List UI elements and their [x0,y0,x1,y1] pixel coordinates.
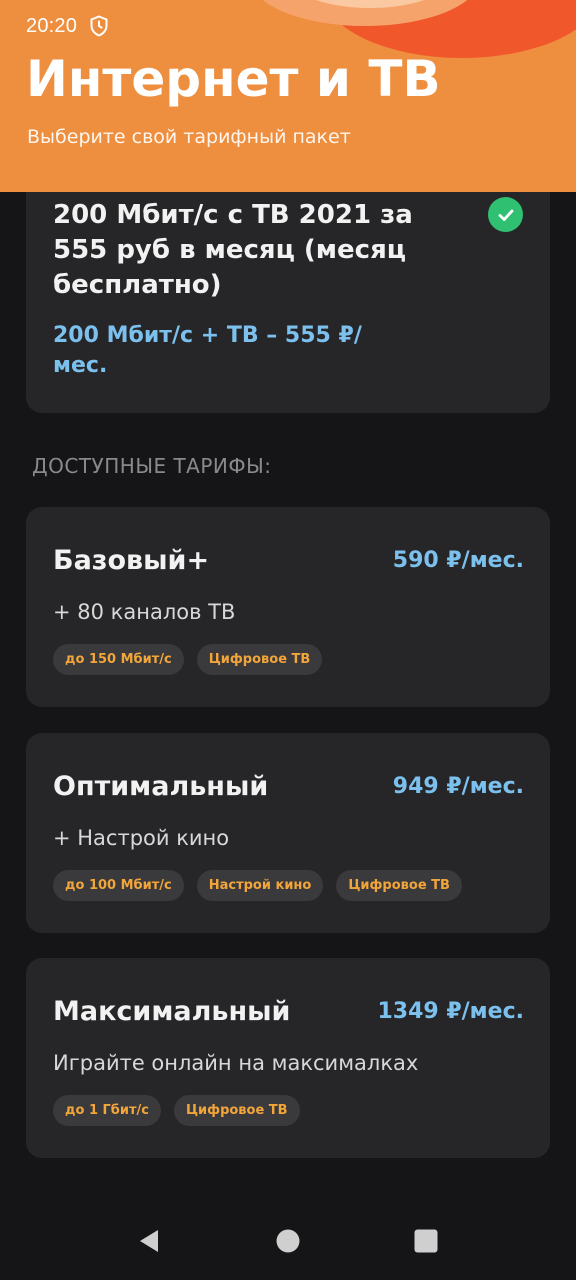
back-icon[interactable] [136,1228,162,1254]
tariff-description: Играйте онлайн на максималках [53,1051,419,1075]
tariff-name: Базовый+ [53,545,210,576]
header: 20:20 Интернет и ТВ Выберите свой тарифн… [0,0,576,192]
shield-icon [89,15,109,37]
check-circle-icon [488,197,523,232]
section-label-available-tariffs: ДОСТУПНЫЕ ТАРИФЫ: [32,454,272,478]
tariff-chips: до 100 Мбит/с Настрой кино Цифровое ТВ [53,870,462,901]
tariff-price: 1349 ₽/мес. [377,999,524,1024]
tariff-card-maximal[interactable]: Максимальный 1349 ₽/мес. Играйте онлайн … [26,958,550,1158]
tariff-card-basic[interactable]: Базовый+ 590 ₽/мес. + 80 каналов ТВ до 1… [26,507,550,707]
tariff-description: + Настрой кино [53,826,230,850]
page-subtitle: Выберите свой тарифный пакет [27,126,351,148]
tariff-chip: Цифровое ТВ [196,644,323,675]
tariff-name: Оптимальный [53,771,269,802]
recents-icon[interactable] [413,1228,439,1254]
tariff-chips: до 150 Мбит/с Цифровое ТВ [53,644,323,675]
navigation-bar [0,1200,576,1280]
tariff-description: + 80 каналов ТВ [53,600,236,624]
tariff-chip: Настрой кино [196,870,324,901]
screen: 200 Мбит/с с ТВ 2021 за 555 руб в месяц … [0,0,576,1280]
tariff-chips: до 1 Гбит/с Цифровое ТВ [53,1095,300,1126]
current-tariff-price: 200 Мбит/с + ТВ – 555 ₽/мес. [53,323,362,378]
tariff-chip: Цифровое ТВ [174,1095,300,1126]
tariff-price: 590 ₽/мес. [392,548,524,573]
page-title: Интернет и ТВ [26,50,441,108]
tariff-name: Максимальный [53,996,291,1027]
tariff-price: 949 ₽/мес. [392,774,524,799]
status-time: 20:20 [26,14,78,37]
tariff-chip: до 150 Мбит/с [53,644,184,675]
status-bar: 20:20 [26,12,109,40]
tariff-card-optimal[interactable]: Оптимальный 949 ₽/мес. + Настрой кино до… [26,733,550,933]
tariff-chip: Цифровое ТВ [336,870,462,901]
home-icon[interactable] [275,1228,301,1254]
tariff-chip: до 100 Мбит/с [53,870,184,901]
tariff-chip: до 1 Гбит/с [53,1095,161,1126]
current-tariff-name: 200 Мбит/с с ТВ 2021 за 555 руб в месяц … [53,200,413,300]
